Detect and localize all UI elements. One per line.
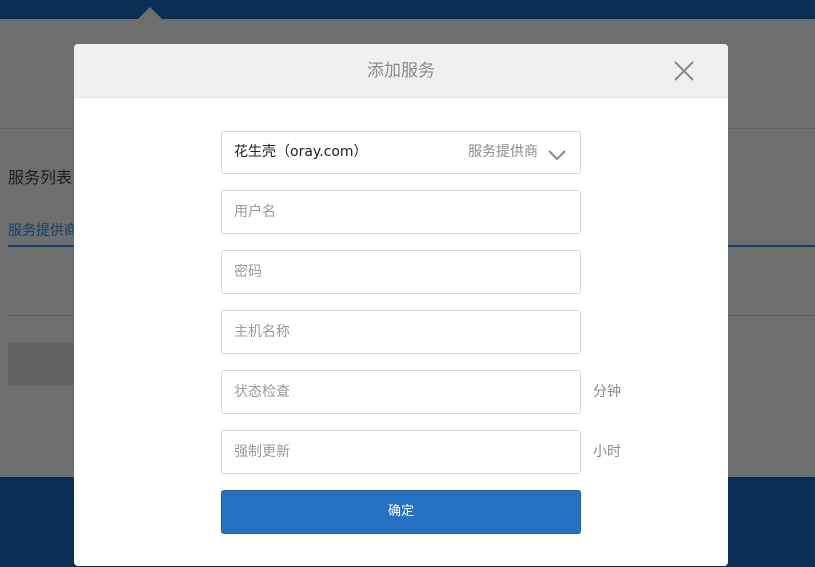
tab-service-provider[interactable]: 服务提供商: [8, 220, 74, 240]
status-check-unit: 分钟: [593, 384, 621, 400]
force-update-unit: 小时: [593, 444, 621, 460]
chevron-down-icon: [548, 146, 566, 161]
add-service-dialog: 添加服务 花生壳（oray.com） 服务提供商 分钟: [74, 44, 728, 566]
tab-underline-right: [728, 245, 815, 247]
password-field[interactable]: [221, 250, 581, 294]
username-field[interactable]: [221, 190, 581, 234]
provider-selected-value: 花生壳（oray.com）: [234, 144, 368, 160]
password-input[interactable]: [222, 251, 580, 293]
hostname-input[interactable]: [222, 311, 580, 353]
hostname-field[interactable]: [221, 310, 581, 354]
close-button[interactable]: [672, 59, 696, 83]
close-icon: [672, 59, 696, 83]
status-check-field[interactable]: [221, 370, 581, 414]
status-check-input[interactable]: [222, 371, 580, 413]
background-button: [8, 342, 74, 386]
force-update-input[interactable]: [222, 431, 580, 473]
force-update-field[interactable]: [221, 430, 581, 474]
dialog-title: 添加服务: [367, 61, 435, 81]
username-input[interactable]: [222, 191, 580, 233]
nav-active-indicator: [138, 7, 162, 19]
top-nav-bar: [0, 0, 815, 19]
tab-underline: [8, 245, 74, 247]
provider-select-label: 服务提供商: [468, 144, 538, 160]
dialog-header: 添加服务: [74, 44, 728, 98]
confirm-button[interactable]: 确定: [221, 490, 581, 534]
service-provider-select[interactable]: 花生壳（oray.com） 服务提供商: [221, 131, 581, 174]
section-title: 服务列表: [8, 168, 73, 187]
